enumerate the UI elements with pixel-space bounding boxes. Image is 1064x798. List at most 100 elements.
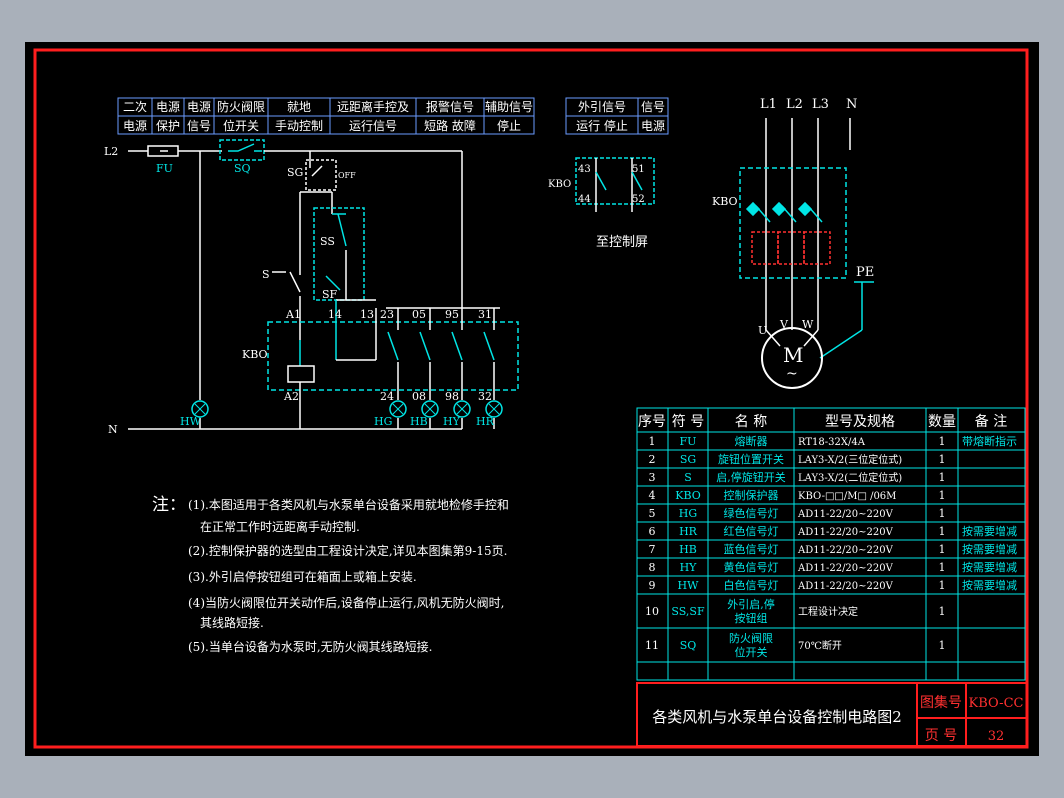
bus-l2-label: L2 <box>104 145 118 158</box>
power-kbo-label: KBO <box>712 195 738 208</box>
term-08: 08 <box>412 390 426 403</box>
header-group-bottom: 运行信号 <box>349 119 397 133</box>
term-a1: A1 <box>285 308 301 321</box>
notes-prefix: 注： <box>152 495 186 515</box>
table-row: 1 FU 熔断器 RT18-32X/4A 1 带熔断指示 <box>637 434 1025 451</box>
table-cell: 6 <box>649 525 656 538</box>
phase-l1: L1 <box>760 97 777 112</box>
contact-44: 44 <box>578 194 591 205</box>
contact-43: 43 <box>578 164 591 175</box>
table-cell: 按钮组 <box>735 611 768 625</box>
table-cell: 控制保护器 <box>724 488 779 502</box>
term-13: 13 <box>360 308 374 321</box>
motor-tilde: ~ <box>786 366 798 382</box>
drawing-title: 各类风机与水泵单台设备控制电路图2 <box>652 708 902 726</box>
motor-u: U <box>758 324 767 337</box>
contact-51: 51 <box>632 164 645 175</box>
ext-header-bottom: 电源 <box>641 119 665 133</box>
table-cell: KBO <box>675 489 701 502</box>
table-cell: 外引启,停 <box>727 597 775 611</box>
table-cell: 蓝色信号灯 <box>724 542 779 556</box>
table-cell: HW <box>678 579 700 592</box>
header-group-bottom: 信号 <box>187 119 211 133</box>
table-row: 9 HW 白色信号灯 AD11-22/20~220V 1 按需要增减 <box>637 578 1025 595</box>
neutral-n: N <box>846 97 857 112</box>
bus-n-label: N <box>108 423 118 436</box>
table-cell: 按需要增减 <box>962 542 1017 556</box>
table-cell: AD11-22/20~220V <box>797 581 894 592</box>
note-line: 其线路短接. <box>200 616 264 630</box>
drawing-background <box>25 42 1039 756</box>
table-cell: 7 <box>649 543 656 556</box>
ext-header-top: 信号 <box>641 100 665 114</box>
table-cell: 红色信号灯 <box>724 524 779 538</box>
ss-label: SS <box>320 235 335 248</box>
table-cell: 1 <box>939 639 946 652</box>
table-cell: 启,停旋钮开关 <box>716 470 786 484</box>
header-group-bottom: 停止 <box>497 118 521 133</box>
sq-label: SQ <box>234 162 251 175</box>
table-row: 6 HR 红色信号灯 AD11-22/20~220V 1 按需要增减 <box>637 524 1025 541</box>
term-24: 24 <box>380 390 394 403</box>
table-cell: 位开关 <box>735 645 768 659</box>
term-05: 05 <box>412 308 426 321</box>
header-group-bottom: 短路 故障 <box>424 118 476 133</box>
table-cell: SQ <box>680 639 697 652</box>
table-cell: AD11-22/20~220V <box>797 563 894 574</box>
header-group-bottom: 保护 <box>156 119 180 133</box>
term-32: 32 <box>478 390 492 403</box>
table-cell: 1 <box>649 435 656 448</box>
hg-label: HG <box>374 415 392 428</box>
note-line: (5).当单台设备为水泵时,无防火阀其线路短接. <box>188 640 433 654</box>
table-cell: 工程设计决定 <box>798 605 858 618</box>
contact-52: 52 <box>632 194 645 205</box>
table-cell: 1 <box>939 489 946 502</box>
header-group-top: 报警信号 <box>426 99 474 114</box>
table-cell: LAY3-X/2(三位定位式) <box>798 453 902 466</box>
header-group-top: 远距离手控及 <box>337 99 409 114</box>
table-cell: 1 <box>939 579 946 592</box>
table-cell: SG <box>680 453 696 466</box>
table-cell: 绿色信号灯 <box>724 506 779 520</box>
table-cell: HG <box>679 507 697 520</box>
table-cell: 1 <box>939 543 946 556</box>
header-group-top: 电源 <box>187 100 211 114</box>
motor-w: W <box>802 318 814 331</box>
fu-label: FU <box>156 162 173 175</box>
table-cell: 带熔断指示 <box>962 434 1017 448</box>
header-group-top: 就地 <box>287 100 311 114</box>
to-control-panel-label: 至控制屏 <box>596 235 648 250</box>
table-row: 7 HB 蓝色信号灯 AD11-22/20~220V 1 按需要增减 <box>637 542 1025 559</box>
table-cell: 黄色信号灯 <box>724 560 779 574</box>
hy-label: HY <box>443 415 461 428</box>
table-cell: S <box>684 471 692 484</box>
s-label: S <box>262 268 270 281</box>
atlas-number-value: KBO-CC <box>969 696 1024 711</box>
table-cell: 2 <box>649 453 656 466</box>
term-31: 31 <box>478 308 492 321</box>
table-cell: 1 <box>939 507 946 520</box>
term-a2: A2 <box>283 390 299 403</box>
note-line: (1).本图适用于各类风机与水泵单台设备采用就地检修手控和 <box>188 498 509 512</box>
sg-label: SG <box>287 166 303 179</box>
table-cell: 1 <box>939 435 946 448</box>
note-line: (2).控制保护器的选型由工程设计决定,详见本图集第9-15页. <box>188 544 508 558</box>
table-cell: 3 <box>649 471 656 484</box>
table-cell: SS,SF <box>671 605 705 618</box>
col-header-spec: 型号及规格 <box>825 414 895 430</box>
table-cell: 11 <box>645 639 659 652</box>
table-cell: HY <box>680 561 698 574</box>
ext-header-bottom: 运行 停止 <box>576 118 628 133</box>
table-cell: 10 <box>645 605 659 618</box>
header-group-top: 防火阀限 <box>217 99 265 114</box>
motor-m: M <box>783 343 803 367</box>
phase-l2: L2 <box>786 97 803 112</box>
header-group-top: 辅助信号 <box>485 100 533 114</box>
note-line: (4)当防火阀限位开关动作后,设备停止运行,风机无防火阀时, <box>188 596 505 610</box>
col-header-symbol: 符 号 <box>672 414 704 430</box>
header-group-bottom: 位开关 <box>223 118 259 133</box>
table-cell: 按需要增减 <box>962 524 1017 538</box>
term-98: 98 <box>445 390 459 403</box>
motor-v: V <box>779 318 789 331</box>
table-cell: 1 <box>939 561 946 574</box>
